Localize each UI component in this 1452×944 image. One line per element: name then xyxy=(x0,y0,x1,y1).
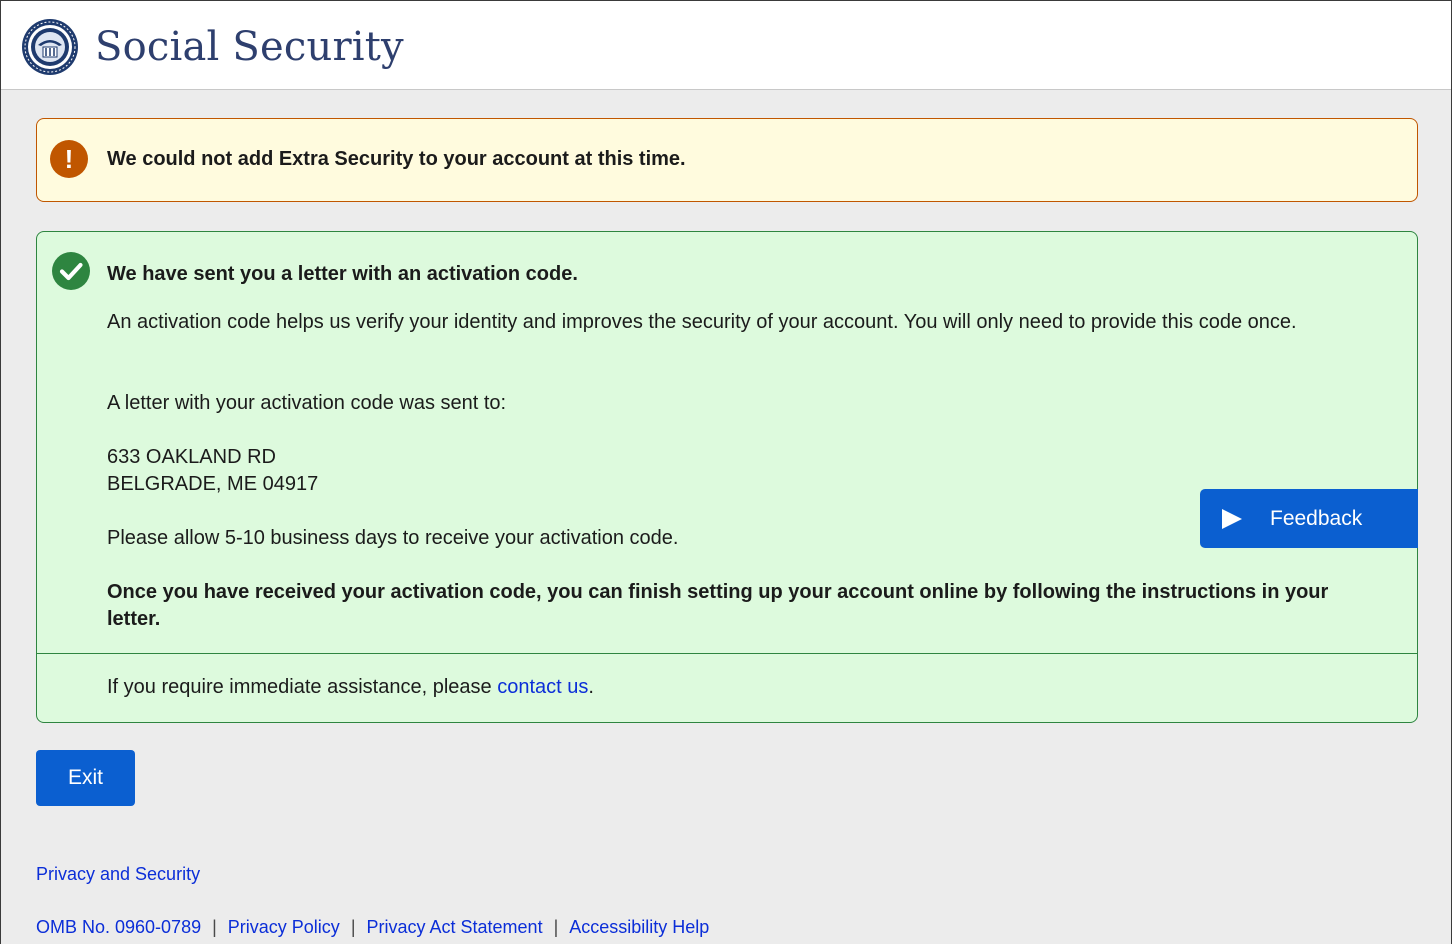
feedback-label: Feedback xyxy=(1270,507,1363,530)
sent-to-text: A letter with your activation code was s… xyxy=(107,392,507,414)
next-steps-text: Once you have received your activation c… xyxy=(107,581,1329,630)
privacy-act-statement-link[interactable]: Privacy Act Statement xyxy=(367,917,543,937)
footer-separator: | xyxy=(212,917,217,937)
delivery-time-text: Please allow 5-10 business days to recei… xyxy=(107,527,679,549)
success-title: We have sent you a letter with an activa… xyxy=(107,263,578,285)
ssa-seal-icon[interactable] xyxy=(21,18,79,76)
assistance-text: If you require immediate assistance, ple… xyxy=(107,674,594,701)
warning-alert: ! We could not add Extra Security to you… xyxy=(36,118,1418,202)
alert-divider xyxy=(37,653,1417,654)
contact-us-link[interactable]: contact us xyxy=(497,676,588,698)
exclamation-icon: ! xyxy=(50,140,88,178)
assistance-suffix: . xyxy=(588,676,594,698)
footer-separator: | xyxy=(350,917,356,937)
address-line-1: 633 OAKLAND RD xyxy=(107,446,276,468)
brand-title[interactable]: Social Security xyxy=(95,21,404,73)
play-triangle-icon xyxy=(1222,509,1242,529)
mailing-address: 633 OAKLAND RD BELGRADE, ME 04917 xyxy=(107,444,318,498)
success-alert: We have sent you a letter with an activa… xyxy=(36,231,1418,723)
assistance-prefix: If you require immediate assistance, ple… xyxy=(107,676,498,698)
privacy-policy-link[interactable]: Privacy Policy xyxy=(228,917,340,937)
accessibility-help-link[interactable]: Accessibility Help xyxy=(569,917,709,937)
feedback-button[interactable]: Feedback xyxy=(1200,489,1418,548)
warning-message: We could not add Extra Security to your … xyxy=(107,148,686,170)
exit-button[interactable]: Exit xyxy=(36,750,135,806)
site-header: Social Security xyxy=(1,0,1451,90)
footer-separator: | xyxy=(553,917,559,937)
checkmark-icon xyxy=(52,252,90,290)
omb-number-link[interactable]: OMB No. 0960-0789 xyxy=(36,917,201,937)
intro-text: An activation code helps us verify your … xyxy=(107,311,1297,333)
address-line-2: BELGRADE, ME 04917 xyxy=(107,473,319,495)
privacy-and-security-link[interactable]: Privacy and Security xyxy=(36,864,200,885)
footer-links: OMB No. 0960-0789 | Privacy Policy | Privacy… xyxy=(36,917,709,938)
